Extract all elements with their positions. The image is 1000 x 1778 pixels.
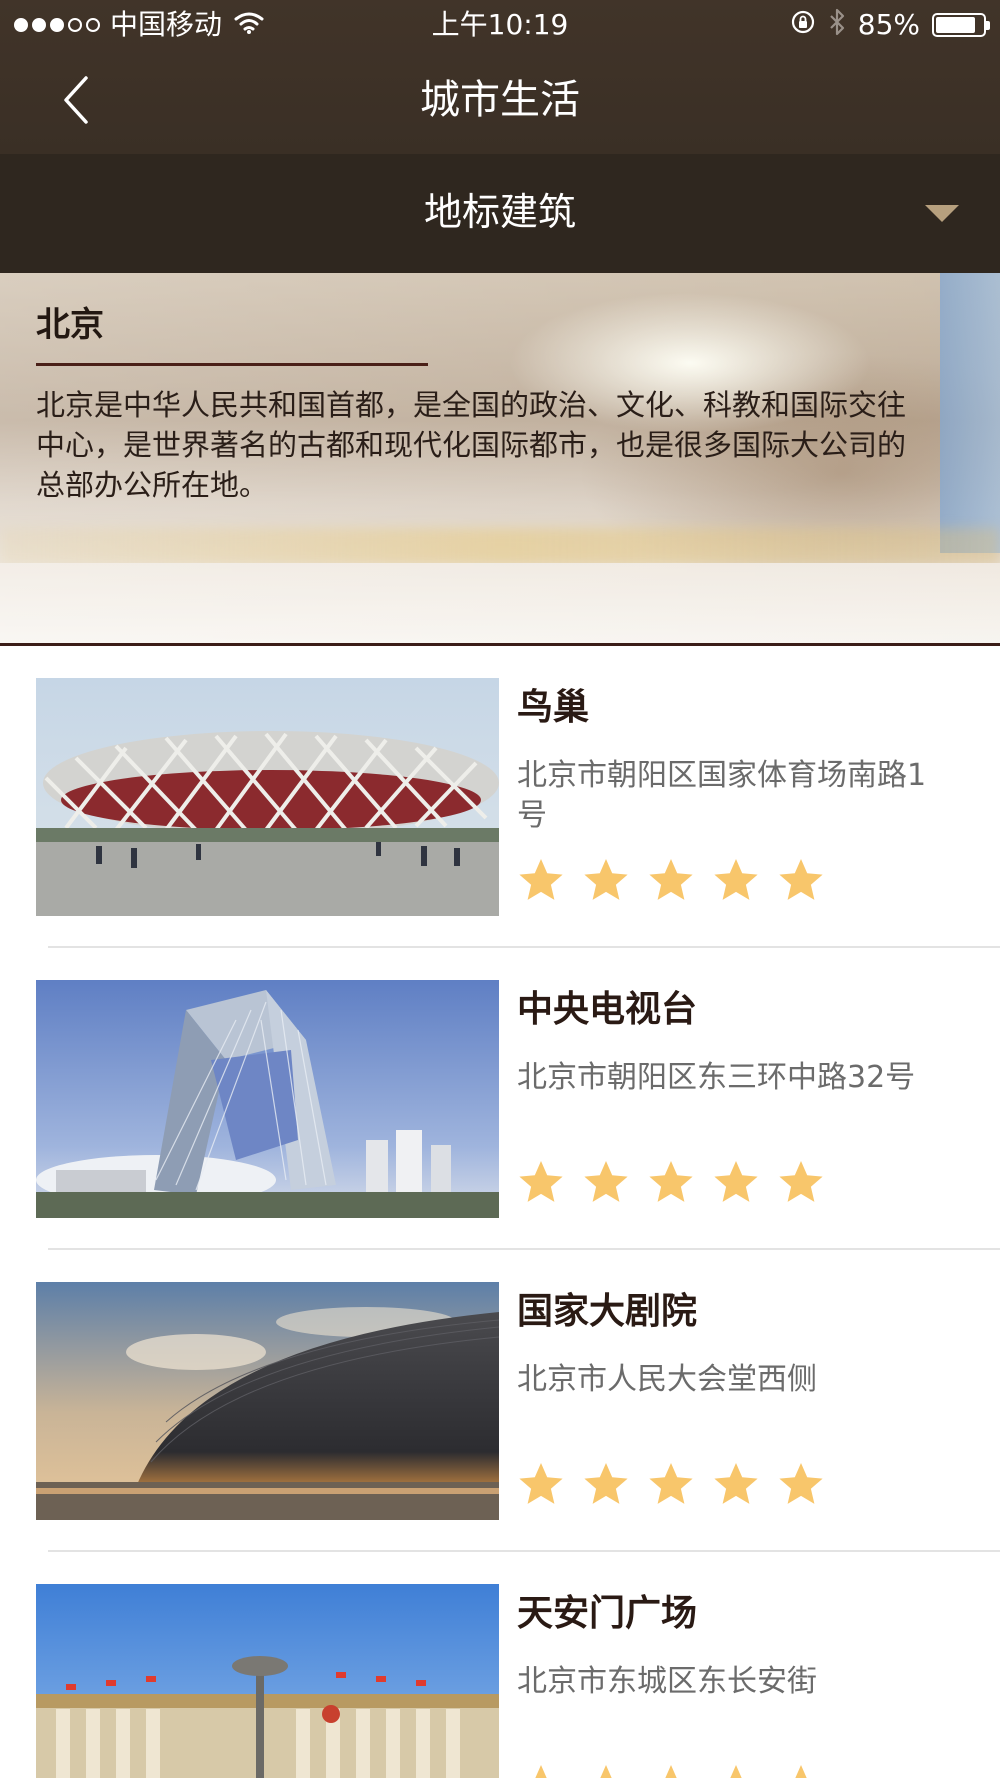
star-icon — [584, 1161, 628, 1202]
landmark-item[interactable]: 鸟巢 北京市朝阳区国家体育场南路1号 — [0, 646, 1000, 948]
dropdown-arrow-icon — [924, 204, 960, 228]
landmark-address: 北京市人民大会堂西侧 — [517, 1362, 817, 1397]
star-icon — [584, 1463, 628, 1504]
category-dropdown[interactable]: 地标建筑 — [0, 154, 1000, 273]
landmark-address: 北京市朝阳区东三环中路32号 — [517, 1060, 916, 1095]
status-right: 85% — [790, 8, 990, 43]
landmark-item[interactable]: 天安门广场 北京市东城区东长安街 — [0, 1552, 1000, 1778]
star-icon — [600, 1765, 612, 1778]
top-bar: 中国移动 上午10:19 85% 城市生活 — [0, 0, 1000, 154]
status-bar: 中国移动 上午10:19 85% — [0, 0, 1000, 50]
star-icon — [649, 859, 693, 900]
star-icon — [730, 1765, 742, 1778]
landmark-address: 北京市东城区东长安街 — [517, 1664, 817, 1699]
landmark-name: 天安门广场 — [517, 1593, 698, 1634]
star-icon — [519, 1161, 563, 1202]
city-life-page: 中国移动 上午10:19 85% 城市生活 地标建筑 北京 北京是中华人民共和国… — [0, 0, 1000, 1778]
landmark-name: 中央电视台 — [517, 989, 698, 1030]
star-icon — [665, 1765, 677, 1778]
landmark-photo-tiananmen — [36, 1584, 499, 1778]
landmark-name: 鸟巢 — [517, 687, 590, 728]
star-icon — [795, 1765, 807, 1778]
city-intro-banner: 北京 北京是中华人民共和国首都，是全国的政治、文化、科教和国际交往中心，是世界著… — [0, 273, 1000, 643]
battery-percent: 85% — [857, 8, 920, 41]
star-icon — [519, 859, 563, 900]
star-icon — [535, 1765, 547, 1778]
star-icon — [714, 859, 758, 900]
landmark-rating — [517, 1460, 825, 1508]
battery-icon — [932, 13, 990, 37]
landmark-item[interactable]: 国家大剧院 北京市人民大会堂西侧 — [0, 1250, 1000, 1552]
landmark-rating — [517, 856, 825, 904]
star-icon — [779, 1161, 823, 1202]
category-selected-label: 地标建筑 — [423, 190, 576, 234]
city-name: 北京 — [36, 305, 104, 345]
star-icon — [779, 859, 823, 900]
navigation-bar: 城市生活 — [0, 50, 1000, 154]
landmark-photo-birds-nest — [36, 678, 499, 916]
star-icon — [714, 1463, 758, 1504]
landmark-name: 国家大剧院 — [517, 1291, 698, 1332]
bluetooth-icon — [828, 8, 846, 43]
landmark-rating — [517, 1762, 825, 1778]
landmark-item[interactable]: 中央电视台 北京市朝阳区东三环中路32号 — [0, 948, 1000, 1250]
star-icon — [779, 1463, 823, 1504]
city-description: 北京是中华人民共和国首都，是全国的政治、文化、科教和国际交往中心，是世界著名的古… — [36, 388, 907, 502]
star-icon — [649, 1463, 693, 1504]
landmark-photo-grand-theater — [36, 1282, 499, 1520]
landmark-rating — [517, 1158, 825, 1206]
rotation-lock-icon — [790, 9, 816, 42]
star-icon — [714, 1161, 758, 1202]
landmark-address: 北京市朝阳区国家体育场南路1号 — [517, 758, 927, 833]
star-icon — [519, 1463, 563, 1504]
page-title: 城市生活 — [420, 77, 580, 123]
city-name-underline — [36, 363, 428, 366]
battery-level-fill — [936, 17, 975, 33]
star-icon — [649, 1161, 693, 1202]
star-icon — [584, 859, 628, 900]
landmark-photo-cctv — [36, 980, 499, 1218]
